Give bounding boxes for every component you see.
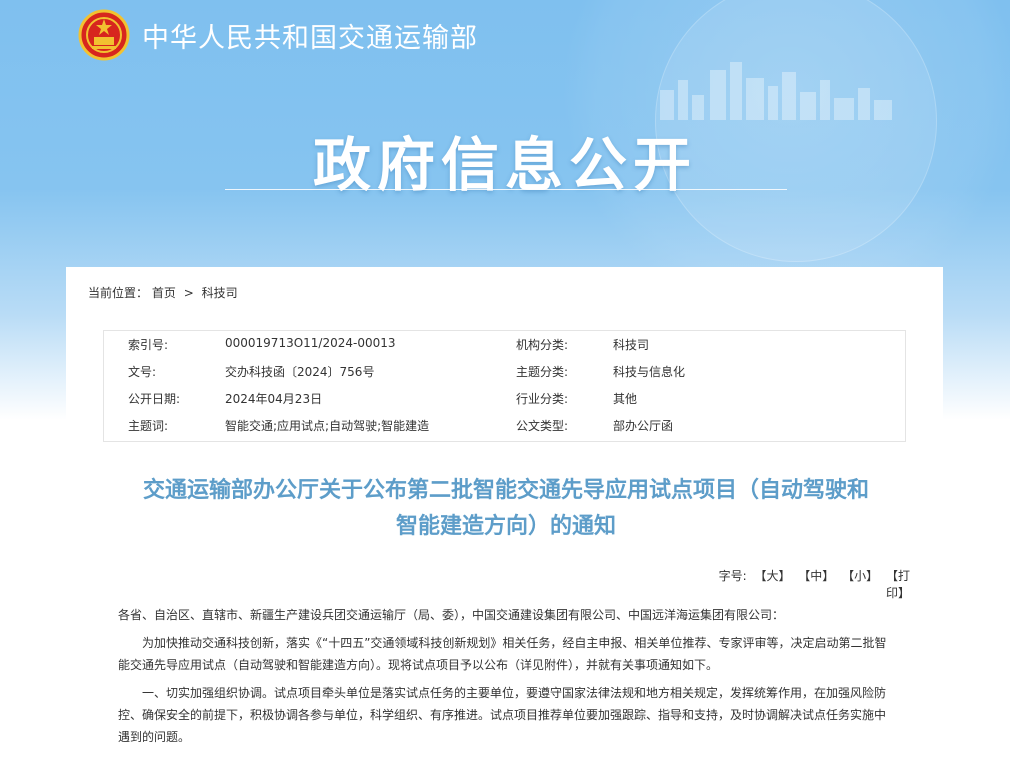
- meta-key-doc-type: 公文类型:: [516, 419, 569, 433]
- site-title[interactable]: 中华人民共和国交通运输部: [142, 16, 478, 55]
- meta-key-doc-number: 文号:: [128, 365, 157, 379]
- font-size-large-button[interactable]: 【大】: [754, 569, 790, 583]
- meta-key-index: 索引号:: [128, 338, 169, 352]
- meta-row: 主题词: 智能交通;应用试点;自动驾驶;智能建造 公文类型: 部办公厅函: [104, 412, 905, 439]
- body-paragraph: 一、切实加强组织协调。试点项目牵头单位是落实试点任务的主要单位，要遵守国家法律法…: [118, 686, 887, 744]
- body-paragraph: 为加快推动交通科技创新，落实《“十四五”交通领域科技创新规划》相关任务，经自主申…: [118, 636, 887, 672]
- hero-underline: [225, 189, 787, 190]
- document-metadata-table: 索引号: 000019713O11/2024-00013 机构分类: 科技司 文…: [103, 330, 906, 442]
- meta-row: 索引号: 000019713O11/2024-00013 机构分类: 科技司: [104, 331, 905, 358]
- meta-key-date: 公开日期:: [128, 392, 181, 406]
- body-paragraph: 各省、自治区、直辖市、新疆生产建设兵团交通运输厅（局、委），中国交通建设集团有限…: [118, 608, 785, 622]
- document-title-line1: 交通运输部办公厅关于公布第二批智能交通先导应用试点项目（自动驾驶和: [142, 478, 869, 503]
- print-button[interactable]: 【打印】: [886, 569, 910, 600]
- meta-row: 公开日期: 2024年04月23日 行业分类: 其他: [104, 385, 905, 412]
- font-size-medium-button[interactable]: 【中】: [798, 569, 834, 583]
- meta-value-industry: 其他: [613, 392, 638, 406]
- document-body: 各省、自治区、直辖市、新疆生产建设兵团交通运输厅（局、委），中国交通建设集团有限…: [118, 604, 892, 754]
- meta-value-keywords: 智能交通;应用试点;自动驾驶;智能建造: [225, 419, 430, 433]
- meta-value-date: 2024年04月23日: [225, 392, 323, 406]
- meta-value-agency: 科技司: [613, 338, 650, 352]
- meta-row: 文号: 交办科技函〔2024〕756号 主题分类: 科技与信息化: [104, 358, 905, 385]
- breadcrumb-label: 当前位置：: [88, 286, 149, 300]
- font-size-small-button[interactable]: 【小】: [842, 569, 878, 583]
- meta-key-keywords: 主题词:: [128, 419, 169, 433]
- document-title: 交通运输部办公厅关于公布第二批智能交通先导应用试点项目（自动驾驶和 智能建造方向…: [96, 473, 916, 545]
- breadcrumb-separator: >: [183, 286, 194, 300]
- content-panel: 当前位置： 首页 > 科技司 索引号: 000019713O11/2024-00…: [66, 267, 943, 767]
- meta-key-agency: 机构分类:: [516, 338, 569, 352]
- meta-value-topic: 科技与信息化: [613, 365, 686, 379]
- meta-key-topic: 主题分类:: [516, 365, 569, 379]
- city-skyline-graphic: [660, 62, 892, 120]
- breadcrumb-department-link[interactable]: 科技司: [202, 286, 238, 300]
- meta-key-industry: 行业分类:: [516, 392, 569, 406]
- meta-value-doc-type: 部办公厅函: [613, 419, 674, 433]
- national-emblem-icon: [78, 9, 130, 61]
- breadcrumb-home-link[interactable]: 首页: [152, 286, 176, 300]
- meta-value-index: 000019713O11/2024-00013: [225, 336, 396, 350]
- font-size-label: 字号:: [718, 569, 747, 583]
- breadcrumb: 当前位置： 首页 > 科技司: [88, 284, 238, 301]
- document-title-line2: 智能建造方向）的通知: [395, 514, 616, 539]
- meta-value-doc-number: 交办科技函〔2024〕756号: [225, 365, 375, 379]
- font-size-toolbar: 字号: 【大】 【中】 【小】 【打印】: [710, 567, 910, 601]
